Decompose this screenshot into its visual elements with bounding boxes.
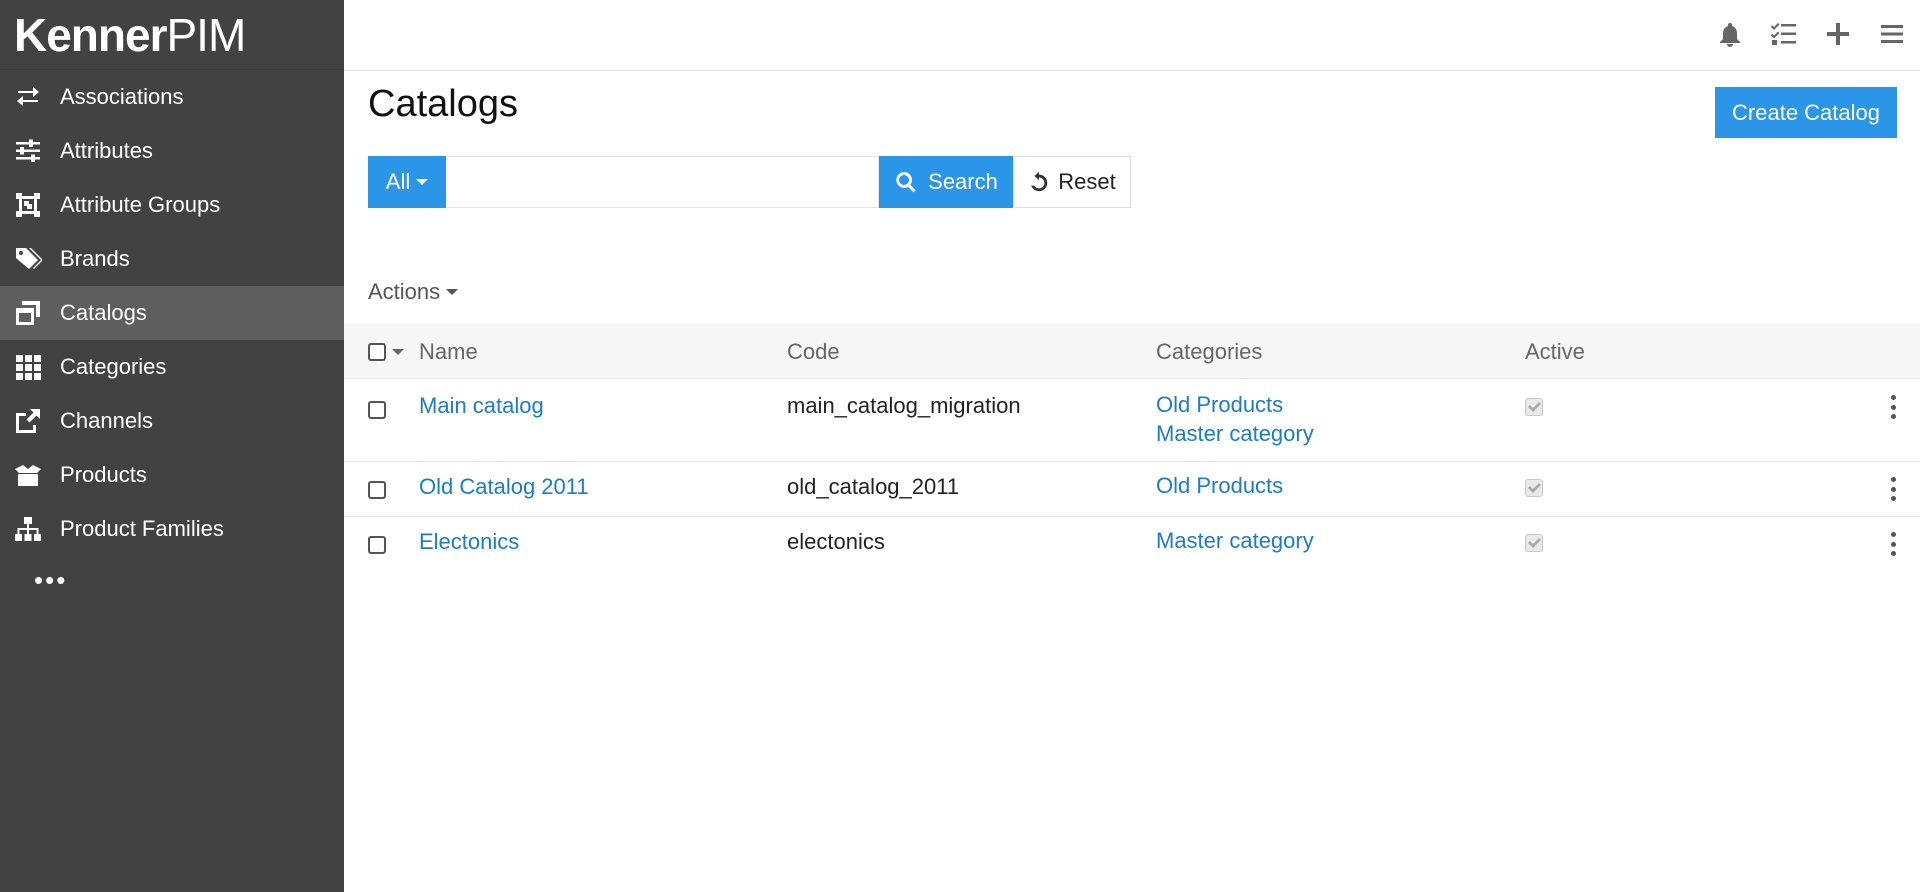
caret-down-icon <box>416 179 429 185</box>
arrows-exchange-icon <box>14 83 60 111</box>
logo-text-light: PIM <box>166 8 246 61</box>
search-input[interactable] <box>446 156 879 208</box>
row-actions-menu[interactable] <box>1888 477 1898 501</box>
refresh-icon <box>1031 171 1048 192</box>
row-actions-menu[interactable] <box>1888 395 1898 419</box>
row-checkbox[interactable] <box>368 401 386 419</box>
catalog-categories: Old Products Master category <box>1156 390 1314 448</box>
category-link[interactable]: Old Products <box>1156 471 1283 500</box>
object-group-icon <box>14 191 60 219</box>
catalog-categories: Old Products <box>1156 471 1283 500</box>
hamburger-menu-icon[interactable] <box>1874 14 1910 54</box>
sidebar-item-label: Categories <box>60 354 167 379</box>
search-scope-dropdown[interactable]: All <box>368 156 446 208</box>
sidebar-item-label: Channels <box>60 408 153 433</box>
column-header-name[interactable]: Name <box>419 339 478 365</box>
table-row: Main catalog main_catalog_migration Old … <box>344 379 1920 462</box>
search-icon <box>896 172 916 193</box>
logo-text-bold: Kenner <box>14 8 167 61</box>
sidebar-item-label: Product Families <box>60 516 224 541</box>
sidebar-item-label: Catalogs <box>60 300 147 325</box>
table-row: Old Catalog 2011 old_catalog_2011 Old Pr… <box>344 462 1920 517</box>
column-header-code[interactable]: Code <box>787 339 840 365</box>
category-link[interactable]: Master category <box>1156 419 1314 448</box>
search-bar: All Search Reset <box>368 156 1131 208</box>
sidebar-item-product-families[interactable]: Product Families <box>0 502 344 556</box>
search-button-label: Search <box>928 169 998 194</box>
kebab-menu-icon[interactable] <box>1888 477 1898 501</box>
search-button[interactable]: Search <box>879 156 1013 208</box>
select-all-checkbox[interactable] <box>368 343 386 361</box>
sidebar-item-categories[interactable]: Categories <box>0 340 344 394</box>
app-logo[interactable]: Kenner PIM <box>0 0 344 70</box>
share-square-icon <box>14 407 60 435</box>
table-row: Electonics electonics Master category <box>344 517 1920 572</box>
check-icon <box>1528 402 1541 412</box>
actions-dropdown[interactable]: Actions <box>368 279 459 305</box>
tasks-icon[interactable] <box>1766 14 1802 54</box>
sidebar-item-label: Brands <box>60 246 130 271</box>
sidebar-item-attribute-groups[interactable]: Attribute Groups <box>0 178 344 232</box>
sidebar-item-brands[interactable]: Brands <box>0 232 344 286</box>
column-header-active[interactable]: Active <box>1525 339 1585 365</box>
row-actions-menu[interactable] <box>1888 532 1898 556</box>
reset-button[interactable]: Reset <box>1013 156 1131 208</box>
reset-button-label: Reset <box>1058 169 1116 194</box>
catalog-name-link[interactable]: Old Catalog 2011 <box>419 474 589 500</box>
box-open-icon <box>14 461 60 489</box>
active-checkbox <box>1525 398 1543 416</box>
tags-icon <box>14 245 60 273</box>
caret-down-icon <box>446 289 459 295</box>
grid-icon <box>14 353 60 381</box>
catalog-code: main_catalog_migration <box>787 393 1021 418</box>
page-title: Catalogs <box>368 83 518 125</box>
sidebar-item-label: Attributes <box>60 138 153 163</box>
catalog-name-link[interactable]: Main catalog <box>419 393 544 419</box>
category-link[interactable]: Old Products <box>1156 390 1314 419</box>
sidebar-item-products[interactable]: Products <box>0 448 344 502</box>
kebab-menu-icon[interactable] <box>1888 395 1898 419</box>
active-checkbox <box>1525 479 1543 497</box>
actions-label: Actions <box>368 279 441 304</box>
sitemap-icon <box>14 515 60 543</box>
select-all-control[interactable] <box>368 343 404 361</box>
catalogs-table: Name Code Categories Active Main catalog… <box>344 323 1920 572</box>
catalog-name-link[interactable]: Electonics <box>419 529 519 555</box>
sidebar-item-channels[interactable]: Channels <box>0 394 344 448</box>
category-link[interactable]: Master category <box>1156 526 1314 555</box>
sidebar-item-label: Associations <box>60 84 184 109</box>
top-bar <box>344 0 1920 71</box>
table-header: Name Code Categories Active <box>344 323 1920 379</box>
plus-icon[interactable] <box>1820 14 1856 54</box>
sidebar-item-associations[interactable]: Associations <box>0 70 344 124</box>
sidebar-item-attributes[interactable]: Attributes <box>0 124 344 178</box>
column-header-categories: Categories <box>1156 339 1263 364</box>
search-scope-label: All <box>385 169 411 194</box>
bell-icon[interactable] <box>1712 14 1748 54</box>
sliders-icon <box>14 137 60 165</box>
sidebar-item-label: Attribute Groups <box>60 192 221 217</box>
sidebar-item-label: Products <box>60 462 147 487</box>
check-icon <box>1528 538 1541 548</box>
check-icon <box>1528 483 1541 493</box>
sidebar: Kenner PIM Associations Attributes Attrib… <box>0 0 344 892</box>
catalog-code: old_catalog_2011 <box>787 474 960 499</box>
caret-down-icon[interactable] <box>392 349 404 355</box>
sidebar-more-button[interactable]: ••• <box>0 556 344 604</box>
sidebar-item-catalogs[interactable]: Catalogs <box>0 286 344 340</box>
create-catalog-button[interactable]: Create Catalog <box>1715 87 1897 138</box>
row-checkbox[interactable] <box>368 481 386 499</box>
row-checkbox[interactable] <box>368 536 386 554</box>
main-content: Catalogs Create Catalog All Search Reset… <box>344 71 1920 892</box>
active-checkbox <box>1525 534 1543 552</box>
window-restore-icon <box>14 299 60 327</box>
kebab-menu-icon[interactable] <box>1888 532 1898 556</box>
catalog-code: electonics <box>787 529 885 554</box>
catalog-categories: Master category <box>1156 526 1314 555</box>
